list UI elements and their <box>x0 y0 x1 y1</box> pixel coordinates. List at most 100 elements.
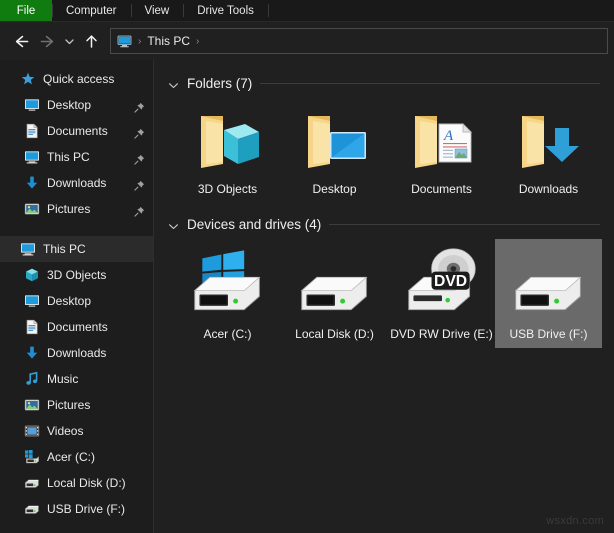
windows-drive-icon <box>189 243 267 325</box>
tab-file[interactable]: File <box>0 0 52 21</box>
file-list-pane[interactable]: Folders (7) 3D Objects <box>154 60 614 533</box>
sidebar-item-label: Quick access <box>43 72 114 86</box>
downloads-icon <box>24 345 40 361</box>
sidebar-item-3d-objects[interactable]: 3D Objects <box>0 262 153 288</box>
folder-downloads-icon <box>510 102 588 180</box>
tab-end-divider <box>268 4 269 17</box>
file-tile-downloads[interactable]: Downloads <box>495 98 602 203</box>
sidebar-item-desktop-pc[interactable]: Desktop <box>0 288 153 314</box>
breadcrumb-separator-1[interactable]: › <box>195 36 200 47</box>
file-tile-label: Acer (C:) <box>204 327 252 342</box>
drive-icon <box>24 501 40 517</box>
sidebar-item-documents[interactable]: Documents <box>0 118 153 144</box>
file-tile-label: USB Drive (F:) <box>510 327 588 342</box>
drive-icon <box>24 475 40 491</box>
file-tile-desktop[interactable]: Desktop <box>281 98 388 203</box>
pictures-icon <box>24 201 40 217</box>
section-header-folders[interactable]: Folders (7) <box>168 72 614 94</box>
explorer-body: Quick access Desktop <box>0 60 614 533</box>
sidebar-item-usb-drive-f[interactable]: USB Drive (F:) <box>0 496 153 522</box>
sidebar-item-label: Pictures <box>47 202 90 216</box>
sidebar-item-acer-c[interactable]: Acer (C:) <box>0 444 153 470</box>
chevron-down-icon[interactable] <box>168 219 179 230</box>
tab-view-label: View <box>145 5 170 17</box>
recent-locations-chevron-down-icon[interactable] <box>60 27 78 55</box>
address-bar[interactable]: › This PC › <box>110 28 608 54</box>
tab-drive-tools[interactable]: Drive Tools <box>183 0 268 21</box>
file-tile-documents[interactable]: A Documents <box>388 98 495 203</box>
sidebar-item-label: 3D Objects <box>47 268 106 282</box>
downloads-icon <box>24 175 40 191</box>
sidebar-item-label: Documents <box>47 124 108 138</box>
sidebar-item-documents-pc[interactable]: Documents <box>0 314 153 340</box>
file-tile-acer-c[interactable]: Acer (C:) <box>174 239 281 348</box>
file-tile-label: Local Disk (D:) <box>295 327 374 342</box>
tab-computer-label: Computer <box>66 5 117 17</box>
section-rule <box>260 83 600 84</box>
tab-computer[interactable]: Computer <box>52 0 131 21</box>
sidebar-item-downloads-pc[interactable]: Downloads <box>0 340 153 366</box>
file-tile-label: DVD RW Drive (E:) <box>390 327 492 342</box>
sidebar-item-this-pc[interactable]: This PC <box>0 236 153 262</box>
3d-objects-icon <box>24 267 40 283</box>
section-title: Folders (7) <box>187 76 252 91</box>
tab-view[interactable]: View <box>131 0 184 21</box>
back-icon[interactable] <box>8 27 34 55</box>
sidebar-item-label: Documents <box>47 320 108 334</box>
svg-text:DVD: DVD <box>433 273 466 290</box>
sidebar-item-downloads[interactable]: Downloads <box>0 170 153 196</box>
pin-icon[interactable] <box>134 178 145 189</box>
this-pc-icon <box>117 35 132 48</box>
watermark: wsxdn.com <box>546 515 604 527</box>
forward-icon[interactable] <box>34 27 60 55</box>
music-icon <box>24 371 40 387</box>
sidebar-group-gap-2 <box>0 522 153 533</box>
sidebar-item-pictures[interactable]: Pictures <box>0 196 153 222</box>
pin-icon[interactable] <box>134 152 145 163</box>
sidebar-item-videos[interactable]: Videos <box>0 418 153 444</box>
dvd-drive-icon: DVD <box>403 243 481 325</box>
breadcrumb-separator-0: › <box>137 36 142 47</box>
desktop-icon <box>24 293 40 309</box>
this-pc-icon <box>24 149 40 165</box>
section-header-devices-and-drives[interactable]: Devices and drives (4) <box>168 213 614 235</box>
sidebar-item-desktop[interactable]: Desktop <box>0 92 153 118</box>
breadcrumb-item-this-pc[interactable]: This PC <box>147 34 190 48</box>
pin-icon[interactable] <box>134 100 145 111</box>
folder-desktop-icon <box>296 102 374 180</box>
file-tile-dvd-rw-drive-e[interactable]: DVD DVD RW Drive (E:) <box>388 239 495 348</box>
section-title: Devices and drives (4) <box>187 217 321 232</box>
chevron-down-icon[interactable] <box>168 78 179 89</box>
folder-documents-icon: A <box>403 102 481 180</box>
file-tile-local-disk-d[interactable]: Local Disk (D:) <box>281 239 388 348</box>
svg-text:A: A <box>443 128 454 144</box>
sidebar-item-label: Local Disk (D:) <box>47 476 126 490</box>
sidebar-item-label: Music <box>47 372 78 386</box>
file-tile-label: Documents <box>411 182 472 197</box>
sidebar-item-label: Downloads <box>47 346 106 360</box>
sidebar-item-local-disk-d[interactable]: Local Disk (D:) <box>0 470 153 496</box>
pin-icon[interactable] <box>134 204 145 215</box>
tab-drive-tools-label: Drive Tools <box>197 5 254 17</box>
file-tile-label: 3D Objects <box>198 182 257 197</box>
sidebar-item-label: USB Drive (F:) <box>47 502 125 516</box>
star-icon <box>20 71 36 87</box>
pin-icon[interactable] <box>134 126 145 137</box>
sidebar-item-music[interactable]: Music <box>0 366 153 392</box>
sidebar-item-this-pc-quick[interactable]: This PC <box>0 144 153 170</box>
windows-drive-icon <box>24 449 40 465</box>
sidebar-item-quick-access[interactable]: Quick access <box>0 66 153 92</box>
sidebar-item-label: This PC <box>43 242 86 256</box>
folders-tile-grid: 3D Objects Desktop <box>168 98 614 203</box>
file-tile-usb-drive-f[interactable]: USB Drive (F:) <box>495 239 602 348</box>
sidebar-item-label: Acer (C:) <box>47 450 95 464</box>
up-icon[interactable] <box>78 27 104 55</box>
pictures-icon <box>24 397 40 413</box>
ribbon-tab-bar: File Computer View Drive Tools <box>0 0 614 22</box>
drive-icon <box>296 243 374 325</box>
file-tile-3d-objects[interactable]: 3D Objects <box>174 98 281 203</box>
navigation-pane[interactable]: Quick access Desktop <box>0 60 154 533</box>
sidebar-item-pictures-pc[interactable]: Pictures <box>0 392 153 418</box>
this-pc-icon <box>20 241 36 257</box>
sidebar-group-gap <box>0 222 153 236</box>
